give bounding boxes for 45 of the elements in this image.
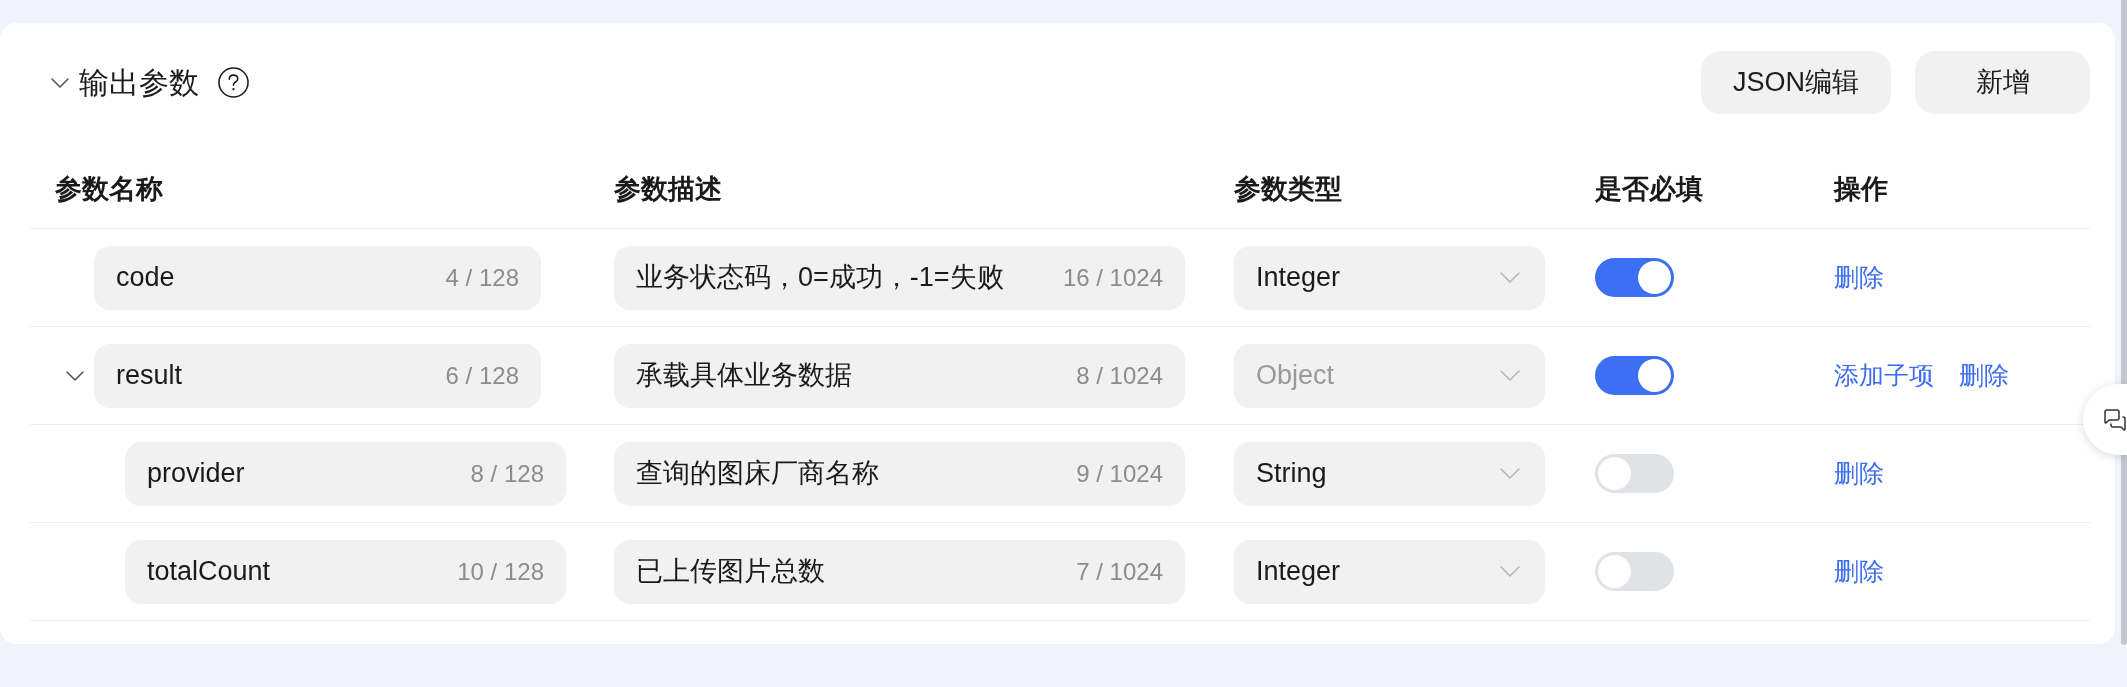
character-count: 8 / 1024 <box>1076 360 1163 391</box>
chevron-down-icon <box>1500 468 1520 479</box>
name-input[interactable]: result 6 / 128 <box>94 343 541 408</box>
column-header: 是否必填 <box>1595 174 1703 205</box>
character-count: 7 / 1024 <box>1076 556 1163 587</box>
chevron-down-icon[interactable] <box>51 77 69 88</box>
column-header: 操作 <box>1834 174 1888 205</box>
chevron-down-icon <box>1500 370 1520 381</box>
help-icon[interactable] <box>218 67 249 98</box>
column-header: 参数类型 <box>1234 174 1342 205</box>
character-count: 9 / 1024 <box>1076 458 1163 489</box>
action-link[interactable]: 删除 <box>1834 552 1884 591</box>
scrollbar-thumb[interactable] <box>2121 0 2127 645</box>
required-toggle[interactable] <box>1595 258 1674 297</box>
character-count: 10 / 128 <box>457 556 544 587</box>
description-input[interactable]: 已上传图片总数 7 / 1024 <box>614 539 1185 604</box>
description-input[interactable]: 查询的图床厂商名称 9 / 1024 <box>614 441 1185 506</box>
chevron-down-icon <box>1500 566 1520 577</box>
chevron-down-icon <box>1500 272 1520 283</box>
type-select[interactable]: Integer <box>1234 245 1545 310</box>
description-input[interactable]: 承载具体业务数据 8 / 1024 <box>614 343 1185 408</box>
required-toggle[interactable] <box>1595 454 1674 493</box>
character-count: 4 / 128 <box>445 262 519 293</box>
description-input[interactable]: 业务状态码，0=成功，-1=失败 16 / 1024 <box>614 245 1185 310</box>
type-select[interactable]: Integer <box>1234 539 1545 604</box>
type-select[interactable]: String <box>1234 441 1545 506</box>
required-toggle[interactable] <box>1595 552 1674 591</box>
name-input[interactable]: provider 8 / 128 <box>125 441 566 506</box>
name-input[interactable]: totalCount 10 / 128 <box>125 539 566 604</box>
character-count: 8 / 128 <box>470 458 544 489</box>
character-count: 16 / 1024 <box>1062 262 1163 293</box>
column-header: 参数名称 <box>55 174 163 205</box>
name-input[interactable]: code 4 / 128 <box>94 245 541 310</box>
action-link[interactable]: 删除 <box>1834 258 1884 297</box>
chat-bubbles-icon <box>2103 407 2127 432</box>
required-toggle[interactable] <box>1595 356 1674 395</box>
column-header: 参数描述 <box>614 174 722 205</box>
action-link[interactable]: 添加子项 <box>1834 356 1934 395</box>
action-link[interactable]: 删除 <box>1834 454 1884 493</box>
section-title: 输出参数 <box>79 65 199 101</box>
chevron-down-icon[interactable] <box>66 370 84 381</box>
add-button[interactable]: 新增 <box>1915 51 2090 114</box>
action-link[interactable]: 删除 <box>1959 356 2009 395</box>
character-count: 6 / 128 <box>445 360 519 391</box>
json-edit-button[interactable]: JSON编辑 <box>1701 51 1891 114</box>
